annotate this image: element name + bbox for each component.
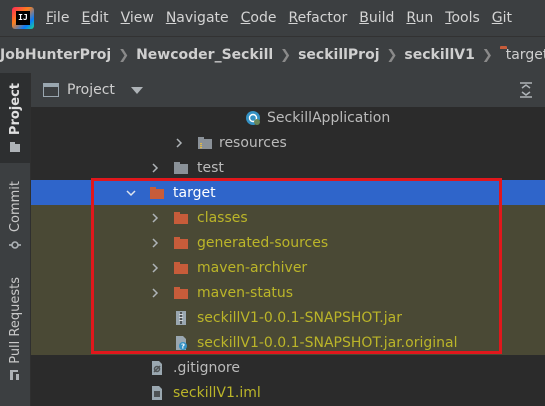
tool-tab-project-label: Project — [7, 82, 23, 136]
pull-request-icon — [10, 370, 19, 381]
project-folder-icon — [10, 142, 20, 153]
tree-item-label: seckillV1-0.0.1-SNAPSHOT.jar — [197, 309, 402, 326]
breadcrumb-item-seckillproj[interactable]: seckillProj — [298, 47, 379, 63]
breadcrumb-item-seckillv1[interactable]: seckillV1 — [404, 47, 474, 63]
tree-item-label: test — [197, 159, 224, 176]
menu-refactor[interactable]: Refactor — [288, 10, 347, 26]
tool-window-strip: Project Commit Pull Requests — [0, 73, 31, 406]
tree-item-seckillapplication[interactable]: SeckillApplication — [31, 105, 545, 130]
tree-item-label: resources — [219, 134, 287, 151]
tree-item-resources[interactable]: resources — [31, 130, 545, 155]
tree-item-snapshot-jar-original[interactable]: ? seckillV1-0.0.1-SNAPSHOT.jar.original — [31, 330, 545, 355]
menu-tools[interactable]: Tools — [445, 10, 480, 26]
tree-item-classes[interactable]: classes — [31, 205, 545, 230]
project-window-icon — [43, 83, 59, 97]
tree-item-generated-sources[interactable]: generated-sources — [31, 230, 545, 255]
tree-item-target[interactable]: target — [31, 180, 545, 205]
tree-item-maven-archiver[interactable]: maven-archiver — [31, 255, 545, 280]
tool-tab-pull-requests[interactable]: Pull Requests — [0, 269, 30, 389]
tool-tab-commit[interactable]: Commit — [0, 171, 30, 261]
project-tree[interactable]: SeckillApplication resources test target… — [31, 107, 545, 406]
tree-item-label: generated-sources — [197, 234, 329, 251]
chevron-right-icon[interactable] — [149, 262, 161, 274]
tree-item-label: seckillV1.iml — [173, 384, 261, 401]
intellij-logo-icon: IJ — [12, 7, 34, 29]
menu-git[interactable]: Git — [492, 10, 512, 26]
tree-item-maven-status[interactable]: maven-status — [31, 280, 545, 305]
resources-folder-icon — [198, 136, 212, 149]
jar-icon — [176, 310, 186, 325]
menu-run[interactable]: Run — [406, 10, 433, 26]
chevron-right-icon: ❯ — [386, 47, 398, 63]
excluded-folder-icon — [174, 211, 188, 224]
chevron-down-icon[interactable] — [130, 86, 143, 94]
chevron-right-icon: ❯ — [118, 47, 130, 63]
chevron-right-icon[interactable] — [149, 162, 161, 174]
unknown-file-icon: ? — [176, 335, 187, 350]
menu-build[interactable]: Build — [359, 10, 394, 26]
chevron-down-icon[interactable] — [125, 187, 137, 199]
tree-item-label: seckillV1-0.0.1-SNAPSHOT.jar.original — [197, 334, 458, 351]
tree-item-gitignore[interactable]: .gitignore — [31, 355, 545, 380]
chevron-right-icon[interactable] — [173, 137, 185, 149]
breadcrumb-item-target[interactable]: target — [506, 47, 545, 63]
tree-item-label: maven-archiver — [197, 259, 308, 276]
chevron-right-icon[interactable] — [149, 237, 161, 249]
tool-tab-project[interactable]: Project — [0, 73, 30, 163]
gitignore-icon — [152, 360, 162, 375]
menu-edit[interactable]: Edit — [81, 10, 108, 26]
tool-tab-commit-label: Commit — [7, 181, 23, 233]
breadcrumb-item-newcoder-seckill[interactable]: Newcoder_Seckill — [136, 47, 273, 63]
menu-file[interactable]: File — [46, 10, 69, 26]
tool-tab-pull-requests-label: Pull Requests — [7, 276, 23, 364]
project-panel-title[interactable]: Project — [67, 82, 115, 98]
spring-class-icon — [246, 110, 260, 125]
tree-item-label: SeckillApplication — [267, 109, 391, 126]
menu-navigate[interactable]: Navigate — [166, 10, 229, 26]
project-panel-header: Project — [31, 73, 545, 108]
chevron-right-icon: ❯ — [280, 47, 292, 63]
tree-item-label: target — [173, 184, 216, 201]
collapse-all-icon[interactable] — [519, 82, 533, 98]
menu-view[interactable]: View — [121, 10, 154, 26]
chevron-right-icon[interactable] — [149, 287, 161, 299]
excluded-folder-icon — [174, 236, 188, 249]
svg-text:?: ? — [181, 342, 185, 350]
folder-icon — [174, 161, 188, 174]
breadcrumb-item-jobhunterproj[interactable]: JobHunterProj — [0, 47, 111, 63]
breadcrumb: JobHunterProj ❯ Newcoder_Seckill ❯ secki… — [0, 36, 545, 74]
tree-item-test[interactable]: test — [31, 155, 545, 180]
tree-item-snapshot-jar[interactable]: seckillV1-0.0.1-SNAPSHOT.jar — [31, 305, 545, 330]
excluded-folder-icon — [174, 261, 188, 274]
menu-bar: IJ File Edit View Navigate Code Refactor… — [0, 0, 545, 36]
chevron-right-icon: ❯ — [481, 47, 493, 63]
excluded-folder-icon — [150, 186, 164, 199]
chevron-right-icon[interactable] — [149, 212, 161, 224]
commit-icon — [9, 240, 21, 249]
tree-item-label: maven-status — [197, 284, 294, 301]
tree-item-seckillv1-iml[interactable]: seckillV1.iml — [31, 380, 545, 405]
excluded-folder-icon — [174, 286, 188, 299]
tree-item-label: classes — [197, 209, 248, 226]
tree-item-label: .gitignore — [173, 359, 240, 376]
menu-code[interactable]: Code — [241, 10, 277, 26]
iml-icon — [152, 385, 162, 400]
